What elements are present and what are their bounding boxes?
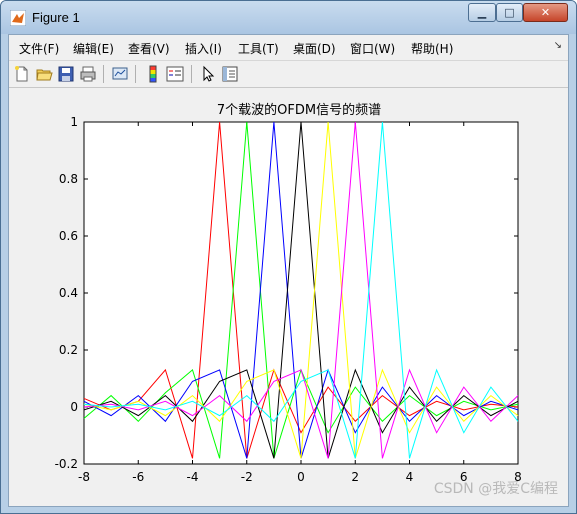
x-tick-label: 4 [406,470,414,484]
y-tick-label: 0.6 [59,229,78,243]
new-figure-icon[interactable] [13,65,31,83]
x-tick-label: -8 [78,470,90,484]
y-tick-label: 0.8 [59,172,78,186]
menu-help[interactable]: 帮助(H) [411,40,453,57]
legend-icon[interactable] [166,65,184,83]
colorbar-icon[interactable] [144,65,162,83]
open-file-icon[interactable] [35,65,53,83]
x-tick-label: -2 [241,470,253,484]
toolbar-separator [135,65,136,83]
menu-overflow-arrow-icon[interactable]: ↘ [554,40,562,51]
y-tick-label: 0.2 [59,343,78,357]
toolbar [9,60,568,88]
x-tick-label: -6 [132,470,144,484]
watermark-text: CSDN @我爱C编程 [433,481,558,497]
window-title: Figure 1 [32,10,80,25]
print-icon[interactable] [79,65,97,83]
x-tick-label: 2 [351,470,359,484]
matlab-icon [10,10,26,26]
save-icon[interactable] [57,65,75,83]
figure-canvas[interactable]: 7个载波的OFDM信号的频谱 -8 -6 -4 -2 0 2 4 6 8 -0.2 0 0.2 0.4 0… [9,88,568,506]
y-tick-label: 0 [70,400,78,414]
menu-edit[interactable]: 编辑(E) [73,40,114,57]
menu-tools[interactable]: 工具(T) [238,40,279,57]
menu-window[interactable]: 窗口(W) [350,40,395,57]
spectrum-chart[interactable]: 7个载波的OFDM信号的频谱 -8 -6 -4 -2 0 2 4 6 8-0.200.20.40… [9,88,568,506]
menu-file[interactable]: 文件(F) [19,40,59,57]
y-tick-label: -0.2 [55,457,78,471]
close-button[interactable]: ✕ [523,3,568,22]
figure-client-area: 文件(F) 编辑(E) 查看(V) 插入(I) 工具(T) 桌面(D) 窗口(W… [8,34,569,507]
link-plot-icon[interactable] [111,65,129,83]
x-tick-label: 0 [297,470,305,484]
toolbar-separator [103,65,104,83]
figure-window: Figure 1 ▁ □ ✕ 文件(F) 编辑(E) 查看(V) 插入(I) 工… [0,0,577,514]
menu-insert[interactable]: 插入(I) [185,40,222,57]
x-tick-label: -4 [187,470,199,484]
plot-area[interactable] [83,121,519,465]
menu-desktop[interactable]: 桌面(D) [293,40,336,57]
title-bar[interactable]: Figure 1 ▁ □ ✕ [1,1,576,34]
menu-view[interactable]: 查看(V) [128,40,170,57]
property-editor-icon[interactable] [221,65,239,83]
y-tick-label: 0.4 [59,286,78,300]
menu-bar: 文件(F) 编辑(E) 查看(V) 插入(I) 工具(T) 桌面(D) 窗口(W… [9,35,568,59]
toolbar-separator [191,65,192,83]
chart-title: 7个载波的OFDM信号的频谱 [217,102,381,118]
y-tick-label: 1 [70,115,78,129]
maximize-button[interactable]: □ [496,3,523,22]
minimize-button[interactable]: ▁ [468,3,496,22]
pointer-icon[interactable] [199,65,217,83]
